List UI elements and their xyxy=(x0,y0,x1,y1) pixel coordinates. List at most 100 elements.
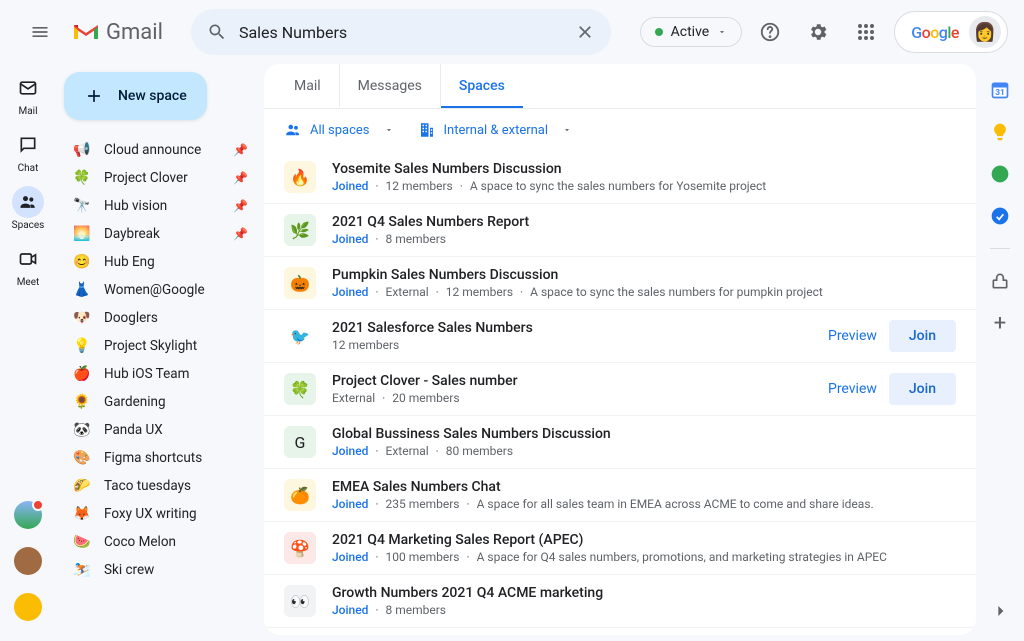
space-item[interactable]: 🍉 Coco Melon xyxy=(64,528,256,556)
gmail-logo[interactable]: Gmail xyxy=(72,20,163,45)
space-item[interactable]: 🌅 Daybreak 📌 xyxy=(64,220,256,248)
result-body: EMEA Sales Numbers Chat Joined · 235 mem… xyxy=(332,479,956,511)
chat-head-1[interactable] xyxy=(14,501,42,529)
settings-button[interactable] xyxy=(798,12,838,52)
calendar-icon: 31 xyxy=(990,80,1010,100)
pin-icon: 📌 xyxy=(233,199,248,213)
space-item[interactable]: 🍀 Project Clover 📌 xyxy=(64,164,256,192)
space-item[interactable]: 🐶 Dooglers xyxy=(64,304,256,332)
caret-down-icon xyxy=(384,125,394,135)
apps-button[interactable] xyxy=(846,12,886,52)
joined-badge: Joined xyxy=(332,550,368,564)
building-icon xyxy=(418,121,436,139)
clear-search-icon[interactable] xyxy=(575,22,595,42)
chat-head-3[interactable] xyxy=(14,593,42,621)
result-body: Growth Numbers 2021 Q4 ACME marketing Jo… xyxy=(332,585,956,617)
meta-text: External xyxy=(332,391,375,405)
preview-button[interactable]: Preview xyxy=(828,381,877,397)
joined-badge: Joined xyxy=(332,232,368,246)
status-label: Active xyxy=(671,24,710,40)
filter-all-spaces[interactable]: All spaces xyxy=(284,121,394,139)
search-bar[interactable] xyxy=(191,9,611,55)
rail-item-spaces[interactable]: Spaces xyxy=(2,184,54,239)
gear-icon xyxy=(807,21,829,43)
meta-separator: · xyxy=(372,550,381,564)
result-body: Pumpkin Sales Numbers Discussion Joined … xyxy=(332,267,956,299)
hamburger-icon xyxy=(30,22,50,42)
space-label: Dooglers xyxy=(104,310,248,326)
account-button[interactable]: Google 👩 xyxy=(894,11,1008,53)
result-title: Project Clover - Sales number xyxy=(332,373,812,389)
space-item[interactable]: 🌮 Taco tuesdays xyxy=(64,472,256,500)
calendar-addon[interactable]: 31 xyxy=(990,80,1010,100)
space-item[interactable]: 🦊 Foxy UX writing xyxy=(64,500,256,528)
result-row[interactable]: 🎃 Pumpkin Sales Numbers Discussion Joine… xyxy=(264,256,976,309)
help-icon xyxy=(759,21,781,43)
result-body: Project Clover - Sales number External ·… xyxy=(332,373,812,405)
result-title: Yosemite Sales Numbers Discussion xyxy=(332,161,956,177)
help-button[interactable] xyxy=(750,12,790,52)
result-row[interactable]: G Global Bussiness Sales Numbers Discuss… xyxy=(264,415,976,468)
space-item[interactable]: 🎨 Figma shortcuts xyxy=(64,444,256,472)
space-emoji-icon: 😊 xyxy=(72,252,92,272)
space-item[interactable]: 🔭 Hub vision 📌 xyxy=(64,192,256,220)
space-label: Foxy UX writing xyxy=(104,506,248,522)
addons-button[interactable] xyxy=(990,271,1010,291)
result-icon: 🔥 xyxy=(284,161,316,193)
result-row[interactable]: 🍀 Project Clover - Sales number External… xyxy=(264,362,976,415)
keep-addon[interactable] xyxy=(990,122,1010,142)
result-meta: Joined · 235 members · A space for all s… xyxy=(332,497,956,511)
filter-scope[interactable]: Internal & external xyxy=(418,121,573,139)
join-button[interactable]: Join xyxy=(889,320,956,352)
new-space-button[interactable]: New space xyxy=(64,72,207,120)
result-body: 2021 Q4 Marketing Sales Report (APEC) Jo… xyxy=(332,532,956,564)
space-label: Coco Melon xyxy=(104,534,248,550)
result-row[interactable]: 🍊 EMEA Sales Numbers Chat Joined · 235 m… xyxy=(264,468,976,521)
result-row[interactable]: 🍊 EMEA Sales Numbers Chat Joined · Exter… xyxy=(264,627,976,635)
status-dot-icon xyxy=(655,28,663,36)
rail-item-mail[interactable]: Mail xyxy=(2,70,54,125)
space-item[interactable]: ⛷️ Ski crew xyxy=(64,556,256,584)
main-menu-button[interactable] xyxy=(16,8,64,56)
meta-separator: · xyxy=(379,391,388,405)
space-item[interactable]: 👗 Women@Google xyxy=(64,276,256,304)
search-input[interactable] xyxy=(239,23,563,42)
result-row[interactable]: 🔥 Yosemite Sales Numbers Discussion Join… xyxy=(264,151,976,203)
rail-item-chat[interactable]: Chat xyxy=(2,127,54,182)
tab-mail[interactable]: Mail xyxy=(276,64,340,108)
meta-text: A space to sync the sales numbers for Yo… xyxy=(470,179,766,193)
result-row[interactable]: 🌿 2021 Q4 Sales Numbers Report Joined · … xyxy=(264,203,976,256)
tasks-addon[interactable] xyxy=(990,164,1010,184)
meta-separator: · xyxy=(372,603,381,617)
collapse-panel-button[interactable] xyxy=(990,601,1010,621)
chat-head-2[interactable] xyxy=(14,547,42,575)
space-emoji-icon: 🍀 xyxy=(72,168,92,188)
meta-text: External xyxy=(386,444,429,458)
space-label: Hub iOS Team xyxy=(104,366,248,382)
meta-separator: · xyxy=(372,285,381,299)
space-item[interactable]: 😊 Hub Eng xyxy=(64,248,256,276)
space-item[interactable]: 🌻 Gardening xyxy=(64,388,256,416)
rail-label: Spaces xyxy=(12,220,45,231)
result-row[interactable]: 🍄 2021 Q4 Marketing Sales Report (APEC) … xyxy=(264,521,976,574)
keep-icon xyxy=(990,122,1010,142)
add-addon-button[interactable]: + xyxy=(990,313,1010,333)
join-button[interactable]: Join xyxy=(889,373,956,405)
meta-text: 100 members xyxy=(386,550,460,564)
contacts-addon[interactable] xyxy=(990,206,1010,226)
space-item[interactable]: 💡 Project Skylight xyxy=(64,332,256,360)
status-selector[interactable]: Active xyxy=(640,17,743,47)
space-item[interactable]: 🍎 Hub iOS Team xyxy=(64,360,256,388)
result-row[interactable]: 👀 Growth Numbers 2021 Q4 ACME marketing … xyxy=(264,574,976,627)
preview-button[interactable]: Preview xyxy=(828,328,877,344)
tab-messages[interactable]: Messages xyxy=(340,64,441,108)
chevron-right-icon xyxy=(990,601,1010,621)
space-label: Women@Google xyxy=(104,282,248,298)
space-item[interactable]: 📢 Cloud announce 📌 xyxy=(64,136,256,164)
space-item[interactable]: 🐼 Panda UX xyxy=(64,416,256,444)
result-row[interactable]: 🐦 2021 Salesforce Sales Numbers 12 membe… xyxy=(264,309,976,362)
rail-item-meet[interactable]: Meet xyxy=(2,241,54,296)
search-tabs: Mail Messages Spaces xyxy=(264,64,976,109)
pin-icon: 📌 xyxy=(233,227,248,241)
tab-spaces[interactable]: Spaces xyxy=(441,64,523,108)
